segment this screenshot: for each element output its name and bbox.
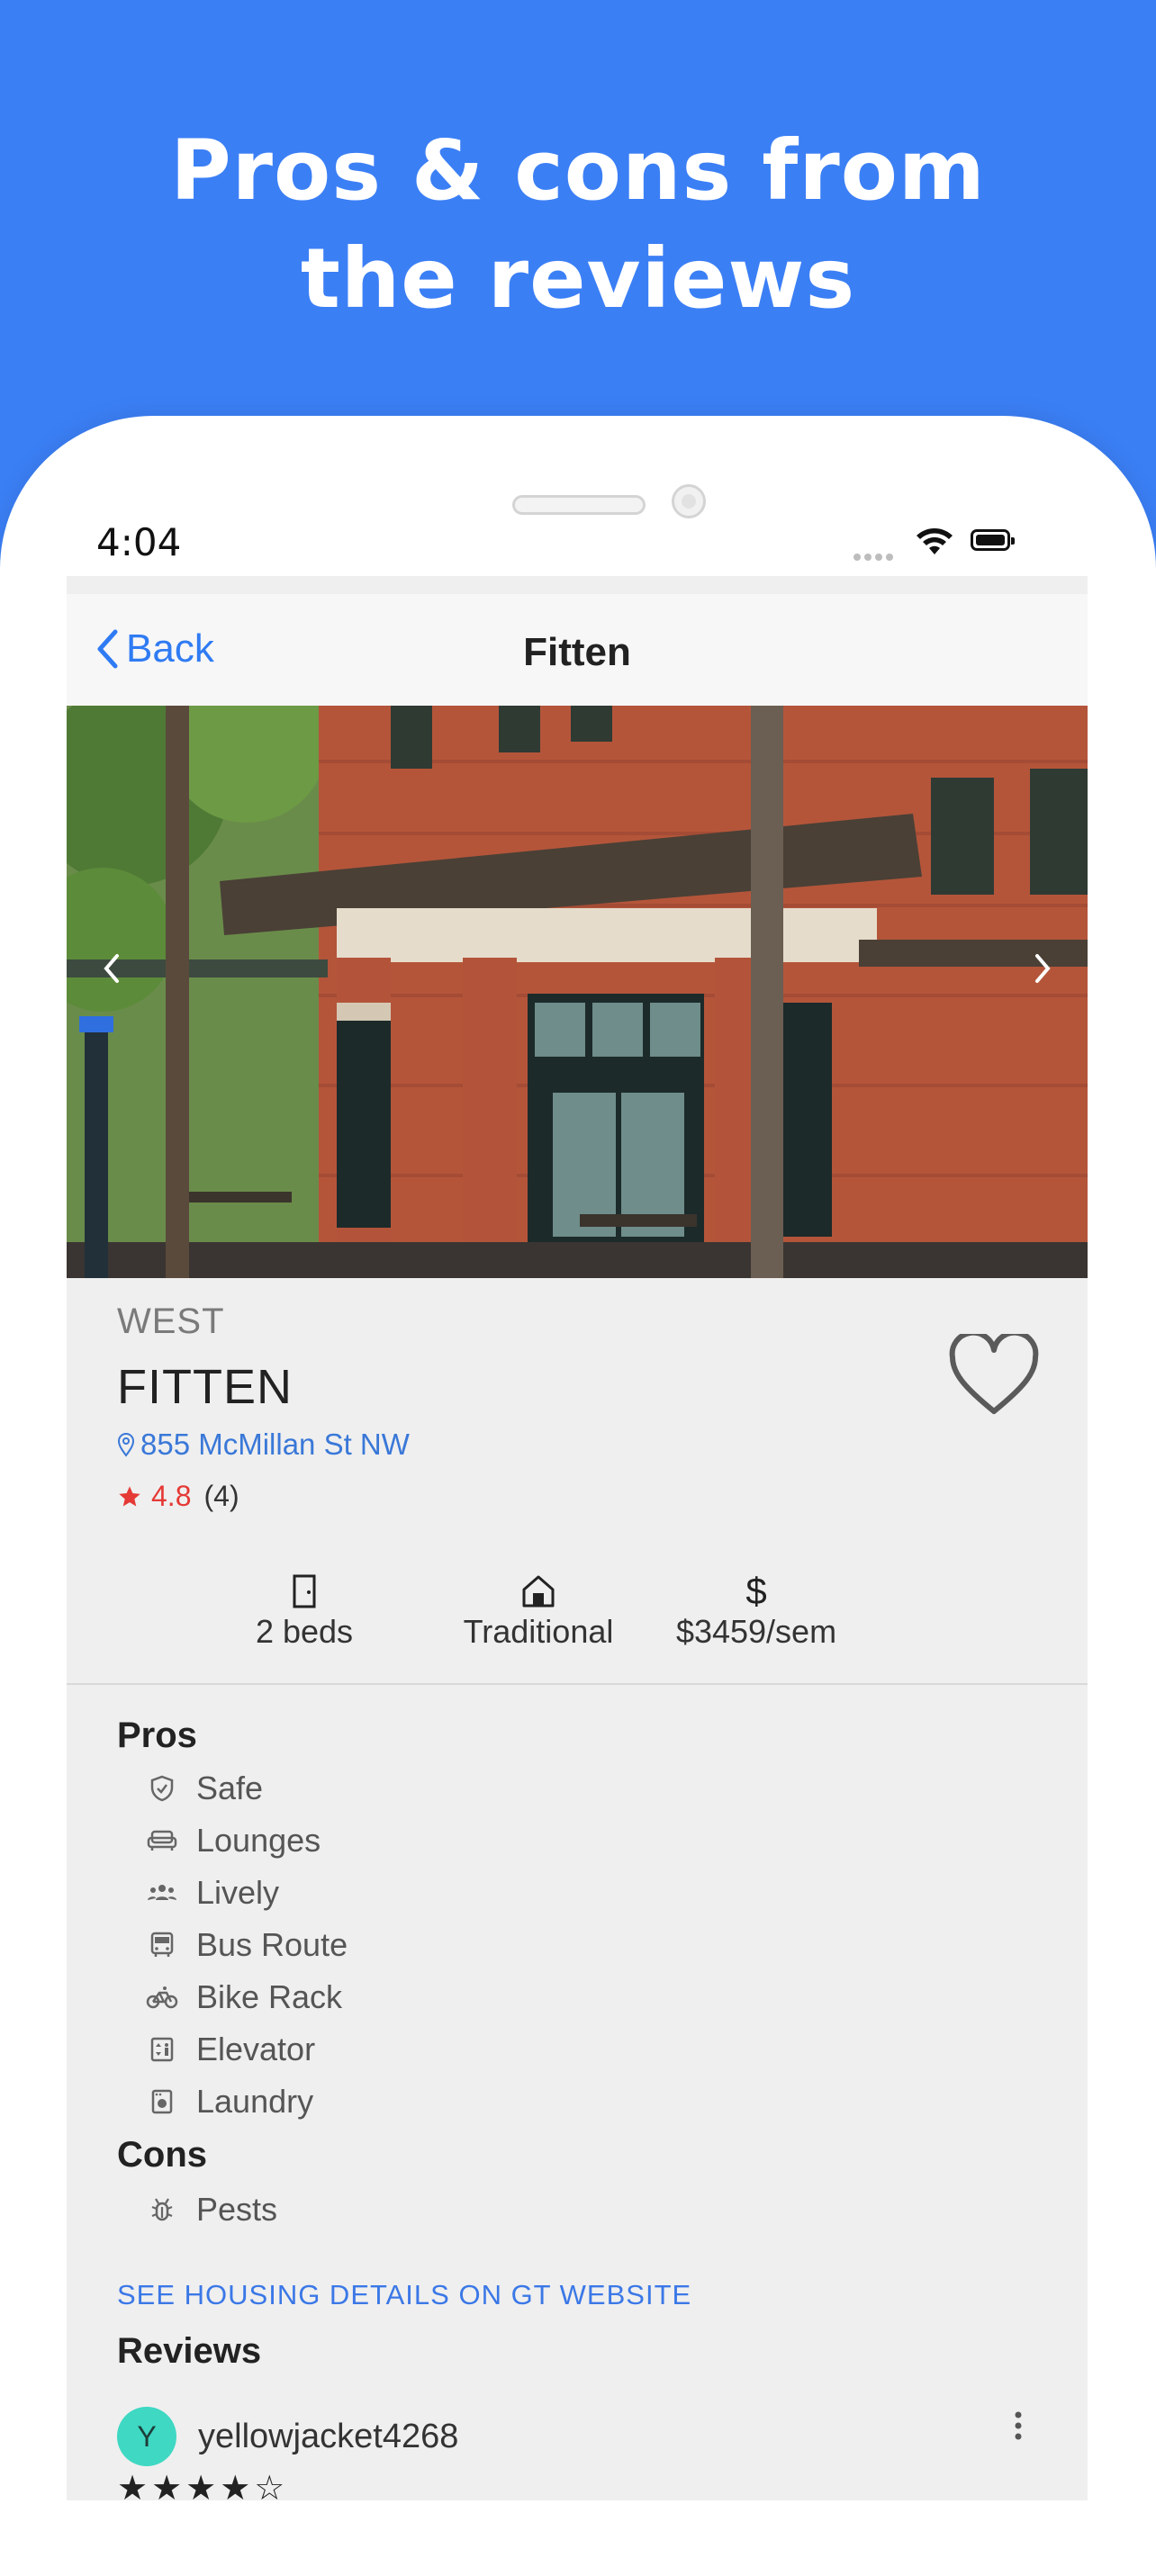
navigation-bar: Back Fitten: [67, 594, 1088, 707]
rating-value: 4.8: [151, 1480, 192, 1512]
pro-item: Elevator: [146, 2031, 315, 2068]
chevron-right-icon[interactable]: [1025, 941, 1061, 995]
pro-item: Bus Route: [146, 1926, 348, 1964]
listing-header: WEST FITTEN 855 McMillan St NW 4.8 (4): [67, 1278, 1088, 1545]
house-icon: [522, 1575, 555, 1608]
listing-name: FITTEN: [117, 1360, 293, 1414]
nav-title: Fitten: [523, 630, 631, 674]
headline-line-1: Pros & cons from: [170, 122, 986, 219]
pro-item: Lively: [146, 1874, 279, 1912]
building-photo-carousel[interactable]: [67, 706, 1088, 1278]
promo-headline: Pros & cons from the reviews: [0, 117, 1156, 333]
rating-summary: 4.8 (4): [117, 1480, 239, 1513]
pro-label: Laundry: [196, 2083, 314, 2120]
pro-label: Bus Route: [196, 1926, 348, 1963]
people-icon: [148, 1885, 176, 1900]
review-author: Y yellowjacket4268: [117, 2407, 458, 2466]
door-icon: [293, 1574, 316, 1608]
pro-item: Bike Rack: [146, 1978, 342, 2016]
shield-icon: [150, 1775, 174, 1802]
pro-label: Lively: [196, 1874, 280, 1911]
sofa-icon: [147, 1830, 177, 1851]
building-photo: [67, 706, 1088, 1278]
reviews-heading: Reviews: [117, 2331, 262, 2371]
housing-details-link[interactable]: SEE HOUSING DETAILS ON GT WEBSITE: [117, 2279, 691, 2311]
stat-price-label: $3459/sem: [675, 1613, 837, 1650]
listing-stats: 2 beds Traditional $ $3459/sem: [67, 1543, 1088, 1685]
dollar-icon: $: [745, 1570, 767, 1612]
bug-icon: [151, 2198, 173, 2221]
con-item: Pests: [146, 2191, 277, 2229]
cellular-signal-icon: [853, 549, 897, 565]
stat-beds: 2 beds: [182, 1570, 427, 1651]
pro-label: Lounges: [196, 1822, 321, 1859]
favorite-button[interactable]: [947, 1329, 1041, 1421]
bus-icon: [150, 1932, 174, 1957]
pro-label: Elevator: [196, 2031, 316, 2067]
address-link[interactable]: 855 McMillan St NW: [117, 1428, 410, 1462]
laundry-icon: [151, 2089, 173, 2114]
pro-label: Bike Rack: [196, 1978, 343, 2015]
region-label: WEST: [117, 1302, 225, 1341]
bike-icon: [146, 1986, 178, 2009]
battery-icon: [971, 529, 1015, 551]
review-stars: ★★★★☆: [117, 2470, 289, 2508]
star-icon: [119, 1485, 140, 1506]
headline-line-2: the reviews: [300, 230, 856, 327]
review-username: yellowjacket4268: [198, 2417, 459, 2455]
elevator-icon: [150, 2037, 174, 2062]
pro-item: Laundry: [146, 2083, 313, 2121]
con-label: Pests: [196, 2191, 278, 2228]
listing-details: Pros Safe Lounges Lively Bus Route Bike …: [67, 1685, 1088, 2508]
pro-label: Safe: [196, 1770, 264, 1806]
pros-heading: Pros: [117, 1716, 197, 1755]
phone-camera: [672, 484, 706, 518]
stat-price: $ $3459/sem: [621, 1570, 891, 1651]
chevron-left-icon[interactable]: [94, 941, 130, 995]
status-time: 4:04: [96, 520, 182, 564]
address-text: 855 McMillan St NW: [140, 1428, 410, 1461]
wifi-icon: [915, 527, 954, 561]
more-options-icon[interactable]: [1014, 2410, 1023, 2445]
phone-speaker: [512, 495, 646, 515]
avatar: Y: [117, 2407, 176, 2466]
cons-heading: Cons: [117, 2135, 207, 2175]
heart-icon: [949, 1329, 1039, 1414]
pro-item: Safe: [146, 1770, 263, 1807]
review-count: (4): [203, 1480, 239, 1512]
stat-beds-label: 2 beds: [255, 1613, 354, 1650]
pro-item: Lounges: [146, 1822, 321, 1860]
location-pin-icon: [117, 1433, 135, 1457]
